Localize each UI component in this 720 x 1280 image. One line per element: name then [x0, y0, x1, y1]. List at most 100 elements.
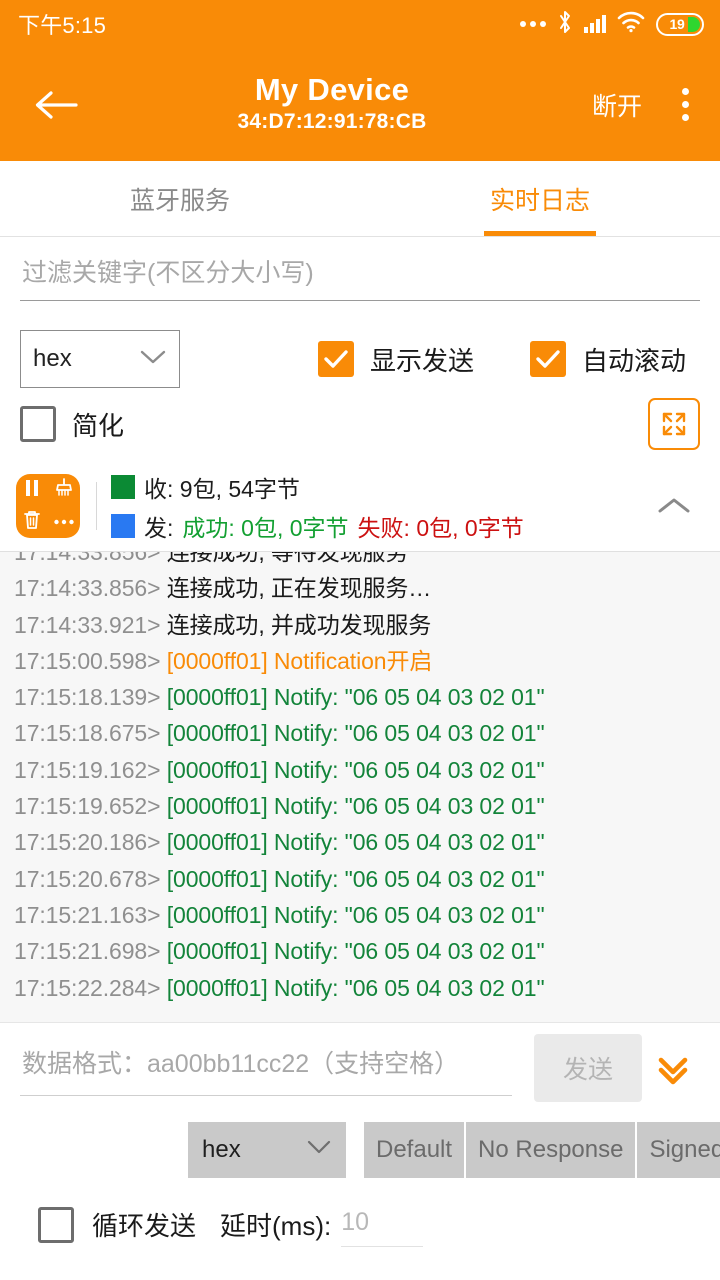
log-timestamp: 17:14:33.856>: [14, 551, 167, 565]
statistics-bar: 收: 9包, 54字节 发: 成功: 0包, 0字节 失败: 0包, 0字节: [0, 461, 720, 551]
loop-send-row: 循环发送 延时(ms):: [0, 1186, 720, 1264]
more-dots-icon: [53, 513, 75, 531]
auto-scroll-checkbox[interactable]: [530, 341, 566, 377]
log-format-value: hex: [33, 345, 72, 373]
stats-text-block: 收: 9包, 54字节 发: 成功: 0包, 0字节 失败: 0包, 0字节: [111, 470, 524, 543]
options-section: hex 显示发送 自动滚动 简化: [0, 313, 720, 461]
app-bar-titles: My Device 34:D7:12:91:78:CB: [72, 73, 592, 135]
delay-label: 延时(ms):: [220, 1206, 331, 1243]
log-message: [0000ff01] Notify: "06 05 04 03 02 01": [167, 793, 545, 819]
bottom-spacer: [0, 1264, 720, 1280]
send-row: 发送: [0, 1022, 720, 1114]
tx-color-swatch: [111, 514, 135, 538]
rx-stats-line: 收: 9包, 54字节: [111, 470, 524, 504]
log-message: 连接成功, 并成功发现服务: [167, 612, 431, 638]
log-timestamp: 17:15:19.162>: [14, 757, 167, 783]
battery-icon: 19: [656, 13, 704, 36]
log-timestamp: 17:15:18.675>: [14, 720, 167, 746]
log-line: 17:14:33.856> 连接成功, 等待发现服务: [14, 551, 706, 570]
write-type-row: hex Default No Response Signed: [0, 1114, 720, 1186]
log-line: 17:15:18.675> [0000ff01] Notify: "06 05 …: [14, 715, 706, 751]
simplify-checkbox[interactable]: [20, 406, 56, 442]
loop-send-label: 循环发送: [92, 1206, 196, 1243]
status-clock: 下午5:15: [18, 8, 106, 40]
log-lines-container: 17:14:33.856> 连接成功, 等待发现服务17:14:33.856> …: [14, 552, 706, 1006]
log-timestamp: 17:15:22.284>: [14, 975, 167, 1001]
auto-scroll-checkbox-group[interactable]: 自动滚动: [530, 341, 686, 378]
tab-bluetooth-services[interactable]: 蓝牙服务: [0, 161, 360, 236]
pause-icon: [23, 478, 41, 503]
log-message: [0000ff01] Notify: "06 05 04 03 02 01": [167, 720, 545, 746]
log-timestamp: 17:15:21.698>: [14, 938, 167, 964]
log-line: 17:15:21.163> [0000ff01] Notify: "06 05 …: [14, 897, 706, 933]
tx-stats-prefix: 发:: [144, 509, 173, 543]
log-line: 17:15:20.678> [0000ff01] Notify: "06 05 …: [14, 861, 706, 897]
rx-color-swatch: [111, 475, 135, 499]
write-type-signed-button[interactable]: Signed: [637, 1122, 720, 1178]
log-line: 17:14:33.856> 连接成功, 正在发现服务…: [14, 570, 706, 606]
log-timestamp: 17:15:21.163>: [14, 902, 167, 928]
disconnect-button[interactable]: 断开: [592, 87, 642, 123]
expand-fullscreen-icon[interactable]: [648, 398, 700, 450]
log-timestamp: 17:14:33.921>: [14, 612, 167, 638]
log-line: 17:15:22.284> [0000ff01] Notify: "06 05 …: [14, 970, 706, 1006]
log-actions-button[interactable]: [16, 474, 80, 538]
status-icon-tray: 19: [520, 10, 704, 39]
options-row-1: hex 显示发送 自动滚动: [20, 327, 700, 391]
tab-realtime-log[interactable]: 实时日志: [360, 161, 720, 236]
device-name: My Device: [255, 73, 409, 108]
log-message: [0000ff01] Notify: "06 05 04 03 02 01": [167, 866, 545, 892]
log-format-select[interactable]: hex: [20, 330, 180, 388]
double-chevron-down-icon[interactable]: [642, 1037, 704, 1099]
log-timestamp: 17:15:20.186>: [14, 829, 167, 855]
chevron-down-icon: [139, 348, 167, 371]
more-dots-icon: [520, 21, 546, 27]
write-type-button-group: Default No Response Signed: [364, 1122, 720, 1178]
log-message: 连接成功, 正在发现服务…: [167, 575, 431, 601]
app-screen: 下午5:15 19: [0, 0, 720, 1280]
chevron-up-icon[interactable]: [650, 482, 698, 530]
filter-row: [0, 237, 720, 313]
tx-stats-line: 发: 成功: 0包, 0字节 失败: 0包, 0字节: [111, 509, 524, 543]
device-mac-address: 34:D7:12:91:78:CB: [238, 108, 427, 135]
kebab-menu-icon[interactable]: [670, 82, 700, 128]
bluetooth-icon: [557, 10, 573, 39]
status-bar: 下午5:15 19: [0, 0, 720, 48]
log-timestamp: 17:15:19.652>: [14, 793, 167, 819]
write-type-default-button[interactable]: Default: [364, 1122, 464, 1178]
log-message: [0000ff01] Notify: "06 05 04 03 02 01": [167, 902, 545, 928]
loop-send-checkbox[interactable]: [38, 1207, 74, 1243]
tab-bar: 蓝牙服务 实时日志: [0, 161, 720, 237]
log-message: [0000ff01] Notify: "06 05 04 03 02 01": [167, 938, 545, 964]
log-line: 17:15:18.139> [0000ff01] Notify: "06 05 …: [14, 679, 706, 715]
tx-success-text: 成功: 0包, 0字节: [182, 509, 348, 543]
cellular-signal-icon: [584, 15, 606, 33]
log-line: 17:15:20.186> [0000ff01] Notify: "06 05 …: [14, 824, 706, 860]
battery-level: 19: [670, 16, 685, 32]
send-data-input[interactable]: [20, 1040, 512, 1096]
log-timestamp: 17:15:20.678>: [14, 866, 167, 892]
simplify-checkbox-group[interactable]: 简化: [20, 406, 124, 443]
send-button[interactable]: 发送: [534, 1034, 642, 1102]
log-message: [0000ff01] Notify: "06 05 04 03 02 01": [167, 684, 545, 710]
log-timestamp: 17:15:18.139>: [14, 684, 167, 710]
show-send-checkbox-group[interactable]: 显示发送: [318, 341, 474, 378]
log-message: [0000ff01] Notify: "06 05 04 03 02 01": [167, 757, 545, 783]
delay-input[interactable]: [341, 1203, 423, 1247]
log-line: 17:15:19.652> [0000ff01] Notify: "06 05 …: [14, 788, 706, 824]
send-format-value: hex: [202, 1136, 241, 1164]
filter-input[interactable]: [20, 253, 700, 301]
show-send-label: 显示发送: [370, 341, 474, 378]
send-format-select[interactable]: hex: [188, 1122, 346, 1178]
auto-scroll-label: 自动滚动: [582, 341, 686, 378]
show-send-checkbox[interactable]: [318, 341, 354, 377]
stats-divider: [96, 482, 97, 530]
broom-icon: [54, 478, 74, 503]
log-line: 17:15:00.598> [0000ff01] Notification开启: [14, 643, 706, 679]
wifi-icon: [617, 11, 645, 38]
log-output-area[interactable]: 17:14:33.856> 连接成功, 等待发现服务17:14:33.856> …: [0, 551, 720, 1022]
log-timestamp: 17:14:33.856>: [14, 575, 167, 601]
chevron-down-icon: [306, 1138, 332, 1161]
log-timestamp: 17:15:00.598>: [14, 648, 167, 674]
write-type-no-response-button[interactable]: No Response: [466, 1122, 635, 1178]
